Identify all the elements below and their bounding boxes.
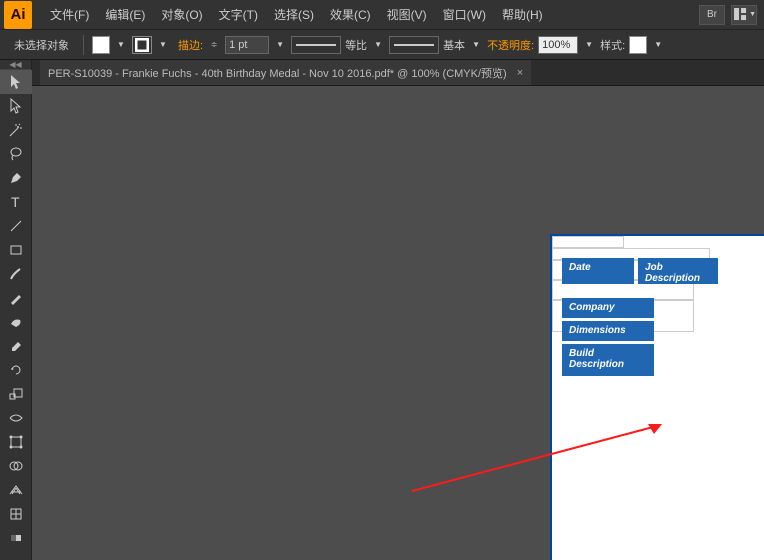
canvas[interactable]: Date Job Description Company Dimensions … bbox=[32, 86, 764, 560]
style-dropdown[interactable]: ▼ bbox=[651, 36, 665, 54]
menu-text[interactable]: 文字(T) bbox=[211, 6, 266, 23]
line-tool[interactable] bbox=[0, 214, 32, 238]
menu-window[interactable]: 窗口(W) bbox=[435, 6, 494, 23]
shape-builder-tool[interactable] bbox=[0, 454, 32, 478]
menu-help[interactable]: 帮助(H) bbox=[494, 6, 551, 23]
rectangle-tool[interactable] bbox=[0, 238, 32, 262]
app-logo: Ai bbox=[4, 1, 32, 29]
perspective-grid-tool[interactable] bbox=[0, 478, 32, 502]
form-header-dimensions[interactable]: Dimensions bbox=[562, 321, 654, 341]
menu-effect[interactable]: 效果(C) bbox=[322, 6, 379, 23]
free-transform-tool[interactable] bbox=[0, 430, 32, 454]
opacity-label: 不透明度: bbox=[487, 37, 534, 53]
document-tab[interactable]: PER-S10039 - Frankie Fuchs - 40th Birthd… bbox=[40, 60, 531, 85]
uniform-label: 等比 bbox=[345, 37, 367, 53]
pen-tool[interactable] bbox=[0, 166, 32, 190]
menu-file[interactable]: 文件(F) bbox=[42, 6, 97, 23]
arrange-button[interactable]: ▼ bbox=[731, 5, 757, 25]
paintbrush-tool[interactable] bbox=[0, 262, 32, 286]
form-header-jobdesc[interactable]: Job Description bbox=[638, 258, 718, 284]
stroke-profile[interactable] bbox=[291, 36, 341, 54]
basic-label: 基本 bbox=[443, 37, 465, 53]
type-tool[interactable]: T bbox=[0, 190, 32, 214]
form-value-date[interactable] bbox=[552, 236, 624, 248]
menu-select[interactable]: 选择(S) bbox=[266, 6, 322, 23]
fill-swatch[interactable] bbox=[92, 36, 110, 54]
form-header-company[interactable]: Company bbox=[562, 298, 654, 318]
brush-dropdown[interactable]: ▼ bbox=[469, 36, 483, 54]
document-title: PER-S10039 - Frankie Fuchs - 40th Birthd… bbox=[48, 65, 507, 81]
stroke-weight-field[interactable]: 1 pt bbox=[225, 36, 269, 54]
mesh-tool[interactable] bbox=[0, 502, 32, 526]
opacity-dropdown[interactable]: ▼ bbox=[582, 36, 596, 54]
form-header-date[interactable]: Date bbox=[562, 258, 634, 284]
width-tool[interactable] bbox=[0, 406, 32, 430]
pencil-tool[interactable] bbox=[0, 286, 32, 310]
style-swatch[interactable] bbox=[629, 36, 647, 54]
blob-brush-tool[interactable] bbox=[0, 310, 32, 334]
selection-status: 未选择对象 bbox=[8, 37, 75, 53]
fill-dropdown[interactable]: ▼ bbox=[114, 36, 128, 54]
tools-expand[interactable]: ◀◀ bbox=[0, 60, 31, 70]
menu-edit[interactable]: 编辑(E) bbox=[97, 6, 153, 23]
bridge-button[interactable]: Br bbox=[699, 5, 725, 25]
eraser-tool[interactable] bbox=[0, 334, 32, 358]
svg-text:T: T bbox=[11, 194, 20, 210]
direct-selection-tool[interactable] bbox=[0, 94, 32, 118]
lasso-tool[interactable] bbox=[0, 142, 32, 166]
menu-view[interactable]: 视图(V) bbox=[379, 6, 435, 23]
scale-tool[interactable] bbox=[0, 382, 32, 406]
stroke-stepper[interactable]: ≑ bbox=[207, 36, 221, 54]
style-label: 样式: bbox=[600, 37, 625, 53]
tools-panel: ◀◀ T bbox=[0, 60, 32, 560]
stroke-dropdown[interactable]: ▼ bbox=[156, 36, 170, 54]
tab-close-button[interactable]: × bbox=[517, 67, 523, 79]
form-header-build[interactable]: Build Description bbox=[562, 344, 654, 376]
stroke-label: 描边: bbox=[178, 37, 203, 53]
opacity-field[interactable]: 100% bbox=[538, 36, 578, 54]
brush-sample[interactable] bbox=[389, 36, 439, 54]
gradient-tool[interactable] bbox=[0, 526, 32, 550]
menu-object[interactable]: 对象(O) bbox=[153, 6, 210, 23]
uniform-dropdown[interactable]: ▼ bbox=[371, 36, 385, 54]
selection-tool[interactable] bbox=[0, 70, 32, 94]
artboard[interactable]: Date Job Description Company Dimensions … bbox=[552, 236, 764, 560]
rotate-tool[interactable] bbox=[0, 358, 32, 382]
stroke-weight-dropdown[interactable]: ▼ bbox=[273, 36, 287, 54]
magic-wand-tool[interactable] bbox=[0, 118, 32, 142]
stroke-swatch[interactable] bbox=[132, 36, 152, 54]
